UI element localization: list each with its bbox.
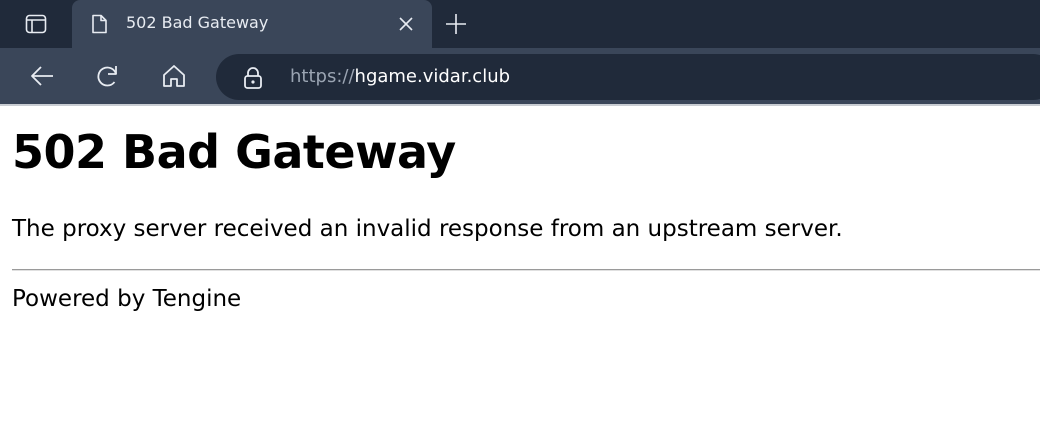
home-button[interactable] (159, 61, 189, 91)
address-bar[interactable]: https://hgame.vidar.club (216, 54, 1040, 100)
horizontal-rule (12, 269, 1040, 271)
close-icon[interactable] (396, 14, 416, 34)
page-icon (88, 13, 110, 35)
page-title: 502 Bad Gateway (12, 125, 456, 179)
url-protocol: https:// (290, 66, 355, 87)
back-button[interactable] (27, 61, 57, 91)
browser-toolbar: https://hgame.vidar.club (0, 48, 1040, 104)
page-content: 502 Bad Gateway The proxy server receive… (12, 122, 1040, 312)
home-icon (161, 63, 187, 89)
lock-icon[interactable] (242, 66, 264, 89)
back-arrow-icon (29, 63, 55, 89)
tab-title: 502 Bad Gateway (126, 13, 269, 32)
refresh-icon (95, 63, 121, 89)
refresh-button[interactable] (93, 61, 123, 91)
error-message: The proxy server received an invalid res… (12, 216, 843, 242)
plus-icon[interactable] (442, 10, 470, 38)
address-url[interactable]: https://hgame.vidar.club (290, 66, 510, 87)
tab-active[interactable]: 502 Bad Gateway (72, 0, 432, 48)
toolbar-divider (0, 104, 1040, 106)
url-host: hgame.vidar.club (354, 66, 511, 87)
tab-actions-icon (25, 13, 47, 35)
tab-strip: 502 Bad Gateway (0, 0, 1040, 48)
tab-actions-button[interactable] (0, 0, 72, 48)
server-footer: Powered by Tengine (12, 286, 242, 312)
